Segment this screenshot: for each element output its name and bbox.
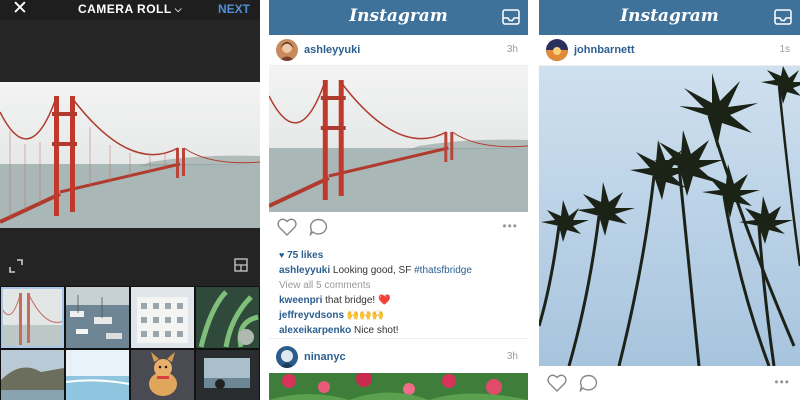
caption-username[interactable]: ashleyyuki — [279, 265, 330, 276]
more-options-icon[interactable]: ••• — [774, 375, 790, 389]
inbox-icon[interactable] — [774, 9, 792, 25]
thumbnail-plants[interactable] — [196, 287, 259, 348]
post-actions: ••• — [269, 212, 528, 242]
palm-trees-image — [539, 66, 800, 366]
flowers-image — [269, 373, 528, 400]
avatar-image — [276, 39, 298, 61]
chevron-down-icon: ⌵ — [174, 4, 183, 14]
avatar[interactable] — [276, 346, 298, 368]
caption: ashleyyuki Looking good, SF #thatsfbridg… — [279, 263, 519, 278]
thumbnail-image — [131, 287, 194, 348]
golden-gate-bridge-image — [0, 82, 260, 228]
comment-row: jeffreyvdsons 🙌🙌🙌 — [279, 308, 519, 323]
caption-text: Looking good, SF — [330, 265, 415, 276]
album-title: CAMERA ROLL — [77, 2, 172, 16]
post-timestamp: 3h — [506, 44, 518, 55]
post-photo[interactable] — [269, 373, 528, 400]
post-details: ♥ 75 likes ashleyyuki Looking good, SF #… — [279, 248, 519, 338]
camera-roll-screen: ✕ CAMERA ROLL ⌵ NEXT — [0, 0, 260, 400]
instagram-logo: Instagram — [620, 6, 719, 26]
post-header: ashleyyuki 3h — [269, 35, 528, 66]
like-count[interactable]: ♥ 75 likes — [279, 248, 519, 263]
post-timestamp: 3h — [506, 351, 518, 362]
crop-toolbar — [0, 228, 260, 286]
thumbnail-beach[interactable] — [66, 350, 129, 400]
inbox-icon[interactable] — [502, 9, 520, 25]
comment-text: 🙌🙌🙌 — [344, 310, 385, 321]
like-count-text: 75 likes — [287, 250, 324, 261]
post-username[interactable]: johnbarnett — [574, 44, 635, 56]
thumbnail-building[interactable] — [131, 287, 194, 348]
comment-row: alexeikarpenko Nice shot! — [279, 323, 519, 338]
comment-icon[interactable] — [309, 218, 328, 236]
avatar-image — [276, 346, 298, 368]
avatar[interactable] — [546, 39, 568, 61]
more-options-icon[interactable]: ••• — [502, 219, 518, 233]
avatar[interactable] — [276, 39, 298, 61]
thumbnail-image — [66, 287, 129, 348]
feed-screen-left: Instagram ashleyyuki 3h ••• ♥ 75 likes a… — [269, 0, 528, 400]
thumbnail-image — [1, 350, 64, 400]
post-divider — [269, 338, 528, 339]
screenshot: ✕ CAMERA ROLL ⌵ NEXT Instagram ashleyyuk… — [0, 0, 800, 400]
selection-overlay — [1, 287, 64, 348]
avatar-image — [546, 39, 568, 61]
feed-screen-right: Instagram johnbarnett 1s ••• — [539, 0, 800, 400]
thumbnail-image — [131, 350, 194, 400]
thumbnail-image — [66, 350, 129, 400]
heart-icon[interactable] — [547, 374, 567, 392]
comment-username[interactable]: alexeikarpenko — [279, 325, 351, 336]
comment-row: kweenpri that bridge! ❤️ — [279, 293, 519, 308]
thumbnail-image — [196, 350, 259, 400]
thumbnail-image — [196, 287, 259, 348]
hashtag-link[interactable]: #thatsfbridge — [414, 265, 472, 276]
post-photo[interactable] — [269, 66, 528, 212]
instagram-header: Instagram — [539, 0, 800, 35]
next-button[interactable]: NEXT — [218, 2, 250, 16]
view-all-comments-link[interactable]: View all 5 comments — [279, 278, 519, 293]
layout-icon[interactable] — [234, 258, 248, 272]
post-timestamp: 1s — [779, 44, 790, 55]
comment-username[interactable]: jeffreyvdsons — [279, 310, 344, 321]
instagram-header: Instagram — [269, 0, 528, 35]
camera-roll-header: ✕ CAMERA ROLL ⌵ NEXT — [0, 0, 260, 20]
camera-roll-grid — [0, 286, 260, 400]
comment-username[interactable]: kweenpri — [279, 295, 322, 306]
comment-text: that bridge! ❤️ — [322, 295, 391, 306]
thumbnail-harbor[interactable] — [66, 287, 129, 348]
comment-text: Nice shot! — [351, 325, 399, 336]
post-username[interactable]: ninanyc — [304, 351, 346, 363]
thumbnail-window-view[interactable] — [196, 350, 259, 400]
heart-icon[interactable] — [277, 218, 297, 236]
small-heart-icon: ♥ — [279, 250, 285, 260]
golden-gate-bridge-image — [269, 66, 528, 212]
post-header: johnbarnett 1s — [539, 35, 800, 66]
crop-area-top — [0, 20, 260, 82]
post-header: ninanyc 3h — [269, 342, 528, 372]
comment-icon[interactable] — [579, 374, 598, 392]
instagram-logo: Instagram — [349, 6, 448, 26]
post-username[interactable]: ashleyyuki — [304, 44, 360, 56]
expand-icon[interactable] — [8, 258, 24, 274]
post-actions: ••• — [539, 368, 800, 398]
post-photo[interactable] — [539, 66, 800, 366]
thumbnail-dog[interactable] — [131, 350, 194, 400]
thumbnail-coast[interactable] — [1, 350, 64, 400]
selected-photo-preview[interactable] — [0, 82, 260, 228]
thumbnail-golden-gate[interactable] — [1, 287, 64, 348]
